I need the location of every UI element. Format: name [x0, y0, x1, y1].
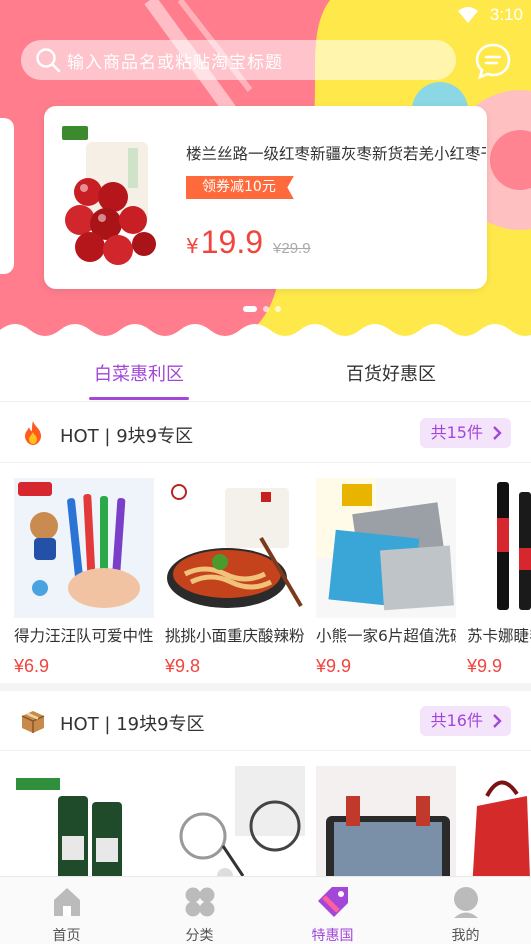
- original-price: ¥29.9: [273, 240, 311, 257]
- search-icon: [36, 48, 61, 73]
- product-row-9-9: 得力汪汪队可爱中性笔 ¥6.9 挑挑小面重庆酸辣粉 ¥9.8 小熊一家6片超值洗…: [0, 464, 531, 684]
- banner-product-card[interactable]: 楼兰丝路一级红枣新疆灰枣新货若羌小红枣干 领券减10元 ¥ 19.9 ¥29.9: [44, 106, 487, 289]
- mascara-product-image: [467, 478, 531, 618]
- status-time: 3:10: [489, 5, 523, 24]
- product-name: 苏卡娜睫毛膏: [467, 627, 531, 645]
- hero-banner-area: 3:10 输入商品名或粘贴淘宝标题 楼兰丝路一级红枣新疆灰枣新货若羌小红枣干 领…: [0, 0, 531, 340]
- section-title: HOT | 19块9专区: [60, 714, 205, 735]
- category-icon: [185, 887, 214, 917]
- product-card[interactable]: [467, 766, 531, 876]
- category-tabs: 白菜惠利区 百货好惠区: [0, 340, 531, 402]
- carousel-dot-active: [243, 306, 257, 312]
- section-title: HOT | 9块9专区: [60, 426, 194, 447]
- view-all-button[interactable]: 共15件: [419, 418, 511, 448]
- product-card[interactable]: 得力汪汪队可爱中性笔 ¥6.9: [14, 478, 154, 677]
- bottom-navigation: 首页 分类 特惠国 我的: [0, 876, 531, 944]
- product-card[interactable]: [14, 766, 154, 876]
- section-header-9-9: HOT | 9块9专区 共15件: [0, 403, 531, 463]
- product-card[interactable]: 苏卡娜睫毛膏 ¥9.9: [467, 478, 531, 677]
- nav-profile[interactable]: 我的: [399, 877, 531, 944]
- previous-banner-card[interactable]: [0, 118, 14, 274]
- nav-label: 我的: [451, 928, 480, 944]
- tab-general-goods[interactable]: 百货好惠区: [291, 360, 491, 386]
- product-name: 得力汪汪队可爱中性笔: [14, 627, 154, 645]
- product-price: ¥9.9: [316, 656, 352, 676]
- product-name: 挑挑小面重庆酸辣粉: [165, 627, 305, 645]
- item-count: 共15件: [430, 423, 483, 442]
- dish-cloth-product-image: [316, 478, 456, 618]
- carousel-dot: [263, 306, 269, 312]
- banner-product-title: 楼兰丝路一级红枣新疆灰枣新货若羌小红枣干: [186, 145, 486, 163]
- nav-home[interactable]: 首页: [0, 877, 133, 944]
- currency-symbol: ¥: [186, 234, 199, 258]
- nav-category[interactable]: 分类: [133, 877, 266, 944]
- product-row-19-9: [0, 752, 531, 876]
- product-card[interactable]: [165, 766, 305, 876]
- carousel-dot: [275, 306, 281, 312]
- section-header-19-9: HOT | 19块9专区 共16件: [0, 691, 531, 751]
- discount-tag-icon: [317, 887, 348, 917]
- home-icon: [53, 888, 80, 916]
- active-tab-underline: [89, 397, 189, 400]
- hair-tie-product-image: [165, 766, 305, 876]
- gel-pen-product-image: [14, 478, 154, 618]
- red-dates-product-image: [58, 122, 170, 272]
- tab-cabbage-deals[interactable]: 白菜惠利区: [39, 360, 239, 386]
- current-price: 19.9: [200, 224, 264, 260]
- nav-label: 特惠国: [311, 928, 354, 944]
- noodles-product-image: [165, 478, 305, 618]
- red-bag-product-image: [467, 766, 531, 876]
- search-input[interactable]: 输入商品名或粘贴淘宝标题: [21, 40, 456, 80]
- fire-icon: [25, 421, 41, 445]
- carousel-indicator: [243, 306, 281, 312]
- game-controller-product-image: [316, 766, 456, 876]
- product-name: 小熊一家6片超值洗碗布: [316, 627, 456, 645]
- product-card[interactable]: [316, 766, 456, 876]
- product-price: ¥9.8: [165, 656, 201, 676]
- status-bar: 3:10: [0, 0, 531, 30]
- nav-label: 分类: [185, 928, 214, 944]
- wifi-icon: [458, 7, 478, 23]
- banner-price: ¥ 19.9 ¥29.9: [186, 224, 311, 261]
- search-placeholder: 输入商品名或粘贴淘宝标题: [67, 52, 283, 73]
- message-icon[interactable]: [474, 42, 512, 80]
- item-count: 共16件: [430, 711, 483, 730]
- product-card[interactable]: 挑挑小面重庆酸辣粉 ¥9.8: [165, 478, 305, 677]
- coupon-tag[interactable]: 领券减10元: [186, 176, 294, 199]
- view-all-button[interactable]: 共16件: [419, 706, 511, 736]
- chevron-right-icon: [493, 714, 502, 728]
- nav-discount[interactable]: 特惠国: [266, 877, 399, 944]
- chevron-right-icon: [493, 426, 502, 440]
- product-price: ¥6.9: [14, 656, 50, 676]
- profile-icon: [453, 887, 478, 918]
- nav-label: 首页: [52, 928, 81, 944]
- toothpaste-product-image: [14, 766, 154, 876]
- package-icon: [21, 711, 45, 733]
- product-price: ¥9.9: [467, 656, 503, 676]
- section-divider: [0, 683, 531, 691]
- product-card[interactable]: 小熊一家6片超值洗碗布 ¥9.9: [316, 478, 456, 677]
